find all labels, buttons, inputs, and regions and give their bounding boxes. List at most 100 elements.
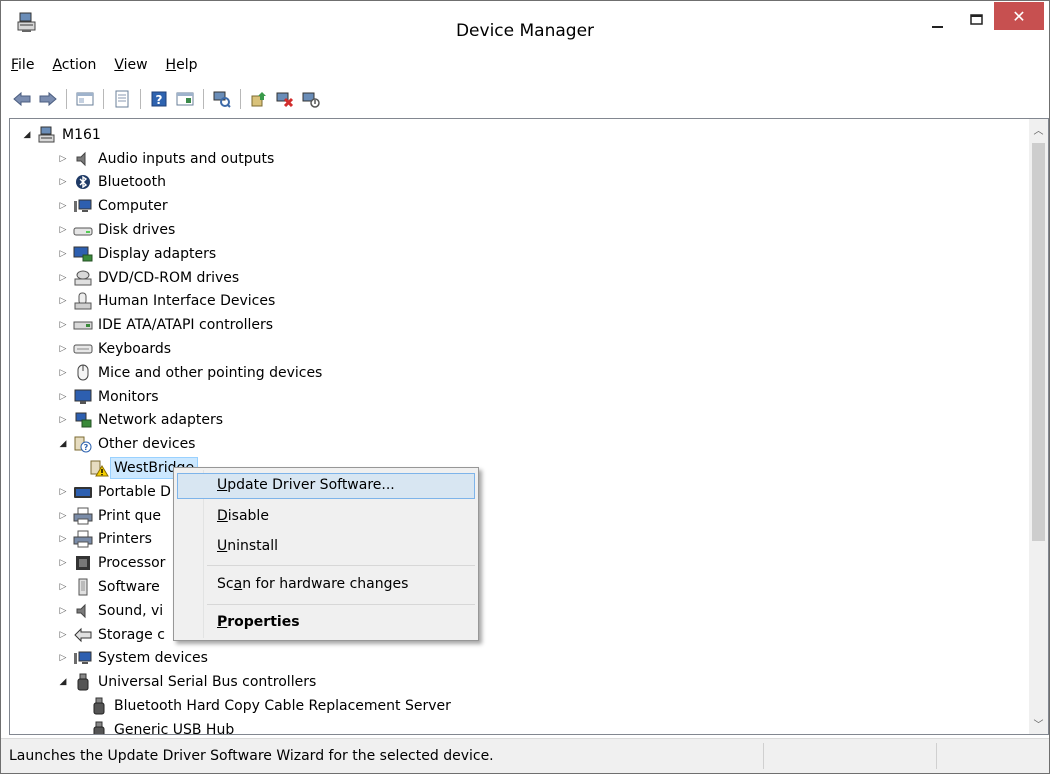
forward-button[interactable]	[35, 87, 61, 111]
expand-arrow-icon[interactable]: ▷	[56, 366, 70, 380]
scroll-down-button[interactable]: ﹀	[1029, 713, 1048, 733]
expand-arrow-icon[interactable]: ▷	[56, 651, 70, 665]
expand-arrow-icon[interactable]: ▷	[56, 294, 70, 308]
expand-arrow-icon[interactable]: ▷	[56, 271, 70, 285]
category-universal-serial-bus-controllers[interactable]: ◢ Universal Serial Bus controllers	[56, 671, 316, 694]
printer-icon	[73, 530, 93, 548]
category-audio-inputs-and-outputs[interactable]: ▷ Audio inputs and outputs	[56, 147, 275, 170]
expand-arrow-icon[interactable]: ▷	[56, 509, 70, 523]
context-menu-separator	[207, 565, 475, 566]
scroll-thumb[interactable]	[1032, 143, 1045, 541]
help-toolbar-button[interactable]: ?	[146, 87, 172, 111]
scroll-up-button[interactable]: ︿	[1029, 119, 1048, 139]
tree-item-label: Human Interface Devices	[98, 293, 276, 310]
back-button[interactable]	[9, 87, 35, 111]
tree-item-label: Storage c	[98, 626, 165, 643]
category-keyboards[interactable]: ▷ Keyboards	[56, 337, 172, 360]
console-tree-button[interactable]	[72, 87, 98, 111]
context-disable[interactable]: Disable	[177, 504, 475, 530]
dvd-drive-icon	[73, 269, 93, 287]
expand-arrow-icon[interactable]: ▷	[56, 413, 70, 427]
context-scan-hardware[interactable]: Scan for hardware changes	[177, 572, 475, 598]
device-item-generic-usb-hub[interactable]: Generic USB Hub	[86, 718, 234, 734]
collapse-arrow-icon[interactable]: ◢	[20, 128, 34, 142]
menu-view[interactable]: View	[105, 54, 156, 78]
category-sound-video-and-game-controllers[interactable]: ▷ Sound, vi	[56, 599, 164, 622]
category-network-adapters[interactable]: ▷ Network adapters	[56, 409, 223, 432]
expand-arrow-icon[interactable]: ▷	[56, 247, 70, 261]
expand-arrow-icon[interactable]: ▷	[56, 532, 70, 546]
category-processors[interactable]: ▷ Processor	[56, 552, 166, 575]
minimize-button[interactable]	[919, 11, 957, 41]
expand-arrow-icon[interactable]: ▷	[56, 556, 70, 570]
monitor-icon	[73, 388, 93, 406]
maximize-button[interactable]	[959, 5, 995, 35]
computer-icon	[73, 649, 93, 667]
menu-action[interactable]: Action	[43, 54, 105, 78]
device-tree[interactable]: ◢ M161 ▷ Audio inputs and outputs ▷ Bluetoo…	[9, 118, 1049, 735]
context-uninstall[interactable]: Uninstall	[177, 534, 475, 560]
category-monitors[interactable]: ▷ Monitors	[56, 385, 159, 408]
expand-arrow-icon[interactable]: ▷	[56, 485, 70, 499]
tree-item-label: Universal Serial Bus controllers	[98, 674, 317, 691]
vertical-scrollbar[interactable]: ︿ ﹀	[1029, 119, 1048, 734]
category-storage-controllers[interactable]: ▷ Storage c	[56, 623, 165, 646]
device-item-bluetooth-hard-copy-cable-replacement-server[interactable]: Bluetooth Hard Copy Cable Replacement Se…	[86, 694, 451, 717]
tree-item-label: Network adapters	[98, 412, 223, 429]
category-printers[interactable]: ▷ Printers	[56, 528, 152, 551]
collapse-arrow-icon[interactable]: ◢	[56, 437, 70, 451]
tree-item-label: Disk drives	[98, 221, 176, 238]
category-ide-ata-atapi-controllers[interactable]: ▷ IDE ATA/ATAPI controllers	[56, 314, 274, 337]
tree-item-label: Display adapters	[98, 245, 217, 262]
category-dvd-cd-rom-drives[interactable]: ▷ DVD/CD-ROM drives	[56, 266, 240, 289]
category-print-queues[interactable]: ▷ Print que	[56, 504, 161, 527]
expand-arrow-icon[interactable]: ▷	[56, 152, 70, 166]
category-mice-and-other-pointing-devices[interactable]: ▷ Mice and other pointing devices	[56, 361, 322, 384]
category-portable-devices[interactable]: ▷ Portable D	[56, 480, 171, 503]
disable-device-button[interactable]	[298, 87, 324, 111]
uninstall-device-button[interactable]	[272, 87, 298, 111]
expand-arrow-icon[interactable]: ▷	[56, 628, 70, 642]
tree-root[interactable]: ◢ M161	[20, 123, 101, 146]
collapse-arrow-icon[interactable]: ◢	[56, 675, 70, 689]
expand-arrow-icon[interactable]: ▷	[56, 223, 70, 237]
toolbar-separator	[240, 89, 241, 109]
update-driver-toolbar-button[interactable]	[246, 87, 272, 111]
properties-toolbar-button[interactable]	[109, 87, 135, 111]
tree-item-label: DVD/CD-ROM drives	[98, 269, 240, 286]
expand-arrow-icon[interactable]: ▷	[56, 390, 70, 404]
tree-item-label: Keyboards	[98, 340, 172, 357]
expand-arrow-icon[interactable]: ▷	[56, 604, 70, 618]
category-other-devices[interactable]: ◢? Other devices	[56, 433, 195, 456]
category-bluetooth[interactable]: ▷ Bluetooth	[56, 171, 166, 194]
bluetooth-icon	[73, 173, 93, 191]
category-disk-drives[interactable]: ▷ Disk drives	[56, 218, 176, 241]
expand-arrow-icon[interactable]: ▷	[56, 199, 70, 213]
context-properties[interactable]: Properties	[177, 610, 475, 636]
menu-help[interactable]: Help	[157, 54, 207, 78]
tree-item-label: System devices	[98, 650, 208, 667]
status-divider	[936, 743, 937, 769]
scan-hardware-button[interactable]	[209, 87, 235, 111]
menu-file[interactable]: File	[9, 54, 43, 78]
title-bar[interactable]: Device Manager ✕	[1, 1, 1049, 47]
expand-arrow-icon[interactable]: ▷	[56, 175, 70, 189]
expand-arrow-icon[interactable]: ▷	[56, 580, 70, 594]
update-driver-icon	[251, 92, 266, 107]
context-update-driver[interactable]: Update Driver Software...	[177, 473, 475, 499]
expand-arrow-icon[interactable]: ▷	[56, 318, 70, 332]
category-computer[interactable]: ▷ Computer	[56, 195, 168, 218]
tree-item-label: Bluetooth	[98, 174, 166, 191]
action-pane-button[interactable]	[172, 87, 198, 111]
tree-item-label: Monitors	[98, 388, 159, 405]
unknown-device-icon: ?	[73, 435, 93, 453]
tree-item-label: IDE ATA/ATAPI controllers	[98, 317, 274, 334]
tree-item-label: Print que	[98, 507, 162, 524]
category-display-adapters[interactable]: ▷ Display adapters	[56, 242, 217, 265]
category-system-devices[interactable]: ▷ System devices	[56, 647, 208, 670]
category-human-interface-devices[interactable]: ▷ Human Interface Devices	[56, 290, 275, 313]
category-software-devices[interactable]: ▷ Software	[56, 575, 160, 598]
expand-arrow-icon[interactable]: ▷	[56, 342, 70, 356]
uninstall-device-icon	[276, 92, 294, 108]
close-button[interactable]: ✕	[994, 2, 1044, 30]
